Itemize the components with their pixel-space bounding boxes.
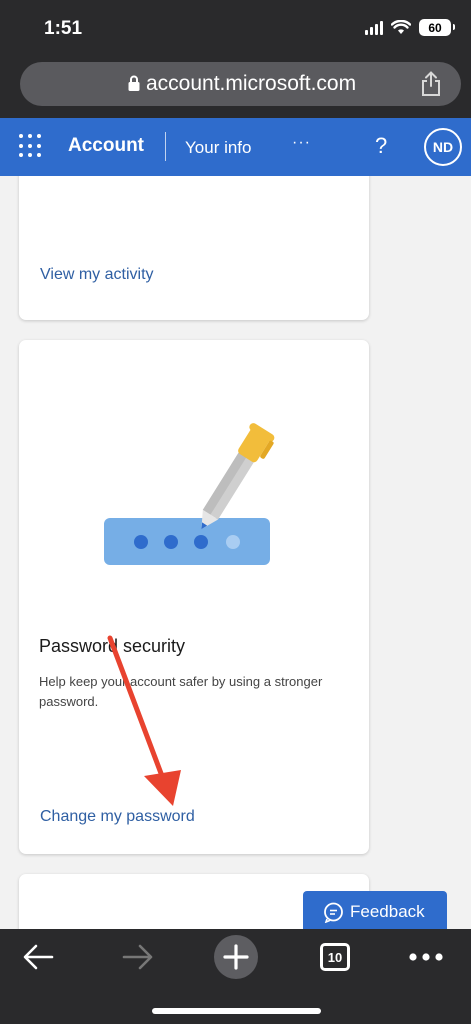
password-security-card: Password security Help keep your account… xyxy=(19,340,369,854)
card-title: Password security xyxy=(39,636,186,656)
tabs-button[interactable]: 10 xyxy=(320,943,350,971)
brand-title[interactable]: Account xyxy=(68,135,144,157)
view-activity-link[interactable]: View my activity xyxy=(40,266,154,284)
card-description: Help keep your account safer by using a … xyxy=(39,674,323,709)
app-launcher-icon[interactable] xyxy=(19,134,43,158)
home-indicator xyxy=(152,1008,321,1014)
activity-card: View my activity xyxy=(19,176,369,320)
chat-icon xyxy=(324,902,343,923)
help-icon[interactable]: ? xyxy=(375,133,387,159)
menu-icon[interactable] xyxy=(404,939,448,975)
url-text: account.microsoft.com xyxy=(146,72,357,95)
header-divider xyxy=(165,132,166,161)
page-content[interactable]: View my activity Password security Help … xyxy=(0,176,471,929)
feedback-button[interactable]: Feedback xyxy=(303,891,447,929)
change-password-link[interactable]: Change my password xyxy=(40,808,195,826)
share-icon[interactable] xyxy=(419,71,443,97)
browser-toolbar: 10 xyxy=(0,929,471,1024)
feedback-label: Feedback xyxy=(350,902,425,921)
address-bar[interactable]: account.microsoft.com xyxy=(20,62,461,106)
new-tab-button[interactable] xyxy=(214,935,258,979)
status-icons: 60 xyxy=(365,19,455,36)
wifi-icon xyxy=(391,20,411,34)
plus-icon xyxy=(223,944,249,970)
lock-icon xyxy=(128,75,140,91)
password-illustration xyxy=(104,423,275,565)
account-header: Account Your info ··· ? ND xyxy=(0,118,471,176)
cellular-signal-icon xyxy=(365,20,383,35)
forward-icon[interactable] xyxy=(120,939,156,975)
back-icon[interactable] xyxy=(20,939,56,975)
nav-your-info[interactable]: Your info xyxy=(185,138,251,158)
avatar[interactable]: ND xyxy=(424,128,462,166)
more-icon[interactable]: ··· xyxy=(292,134,311,152)
status-time: 1:51 xyxy=(44,18,83,39)
browser-top-chrome: 1:51 60 account.microsoft.com xyxy=(0,0,471,118)
battery-icon: 60 xyxy=(419,19,455,36)
